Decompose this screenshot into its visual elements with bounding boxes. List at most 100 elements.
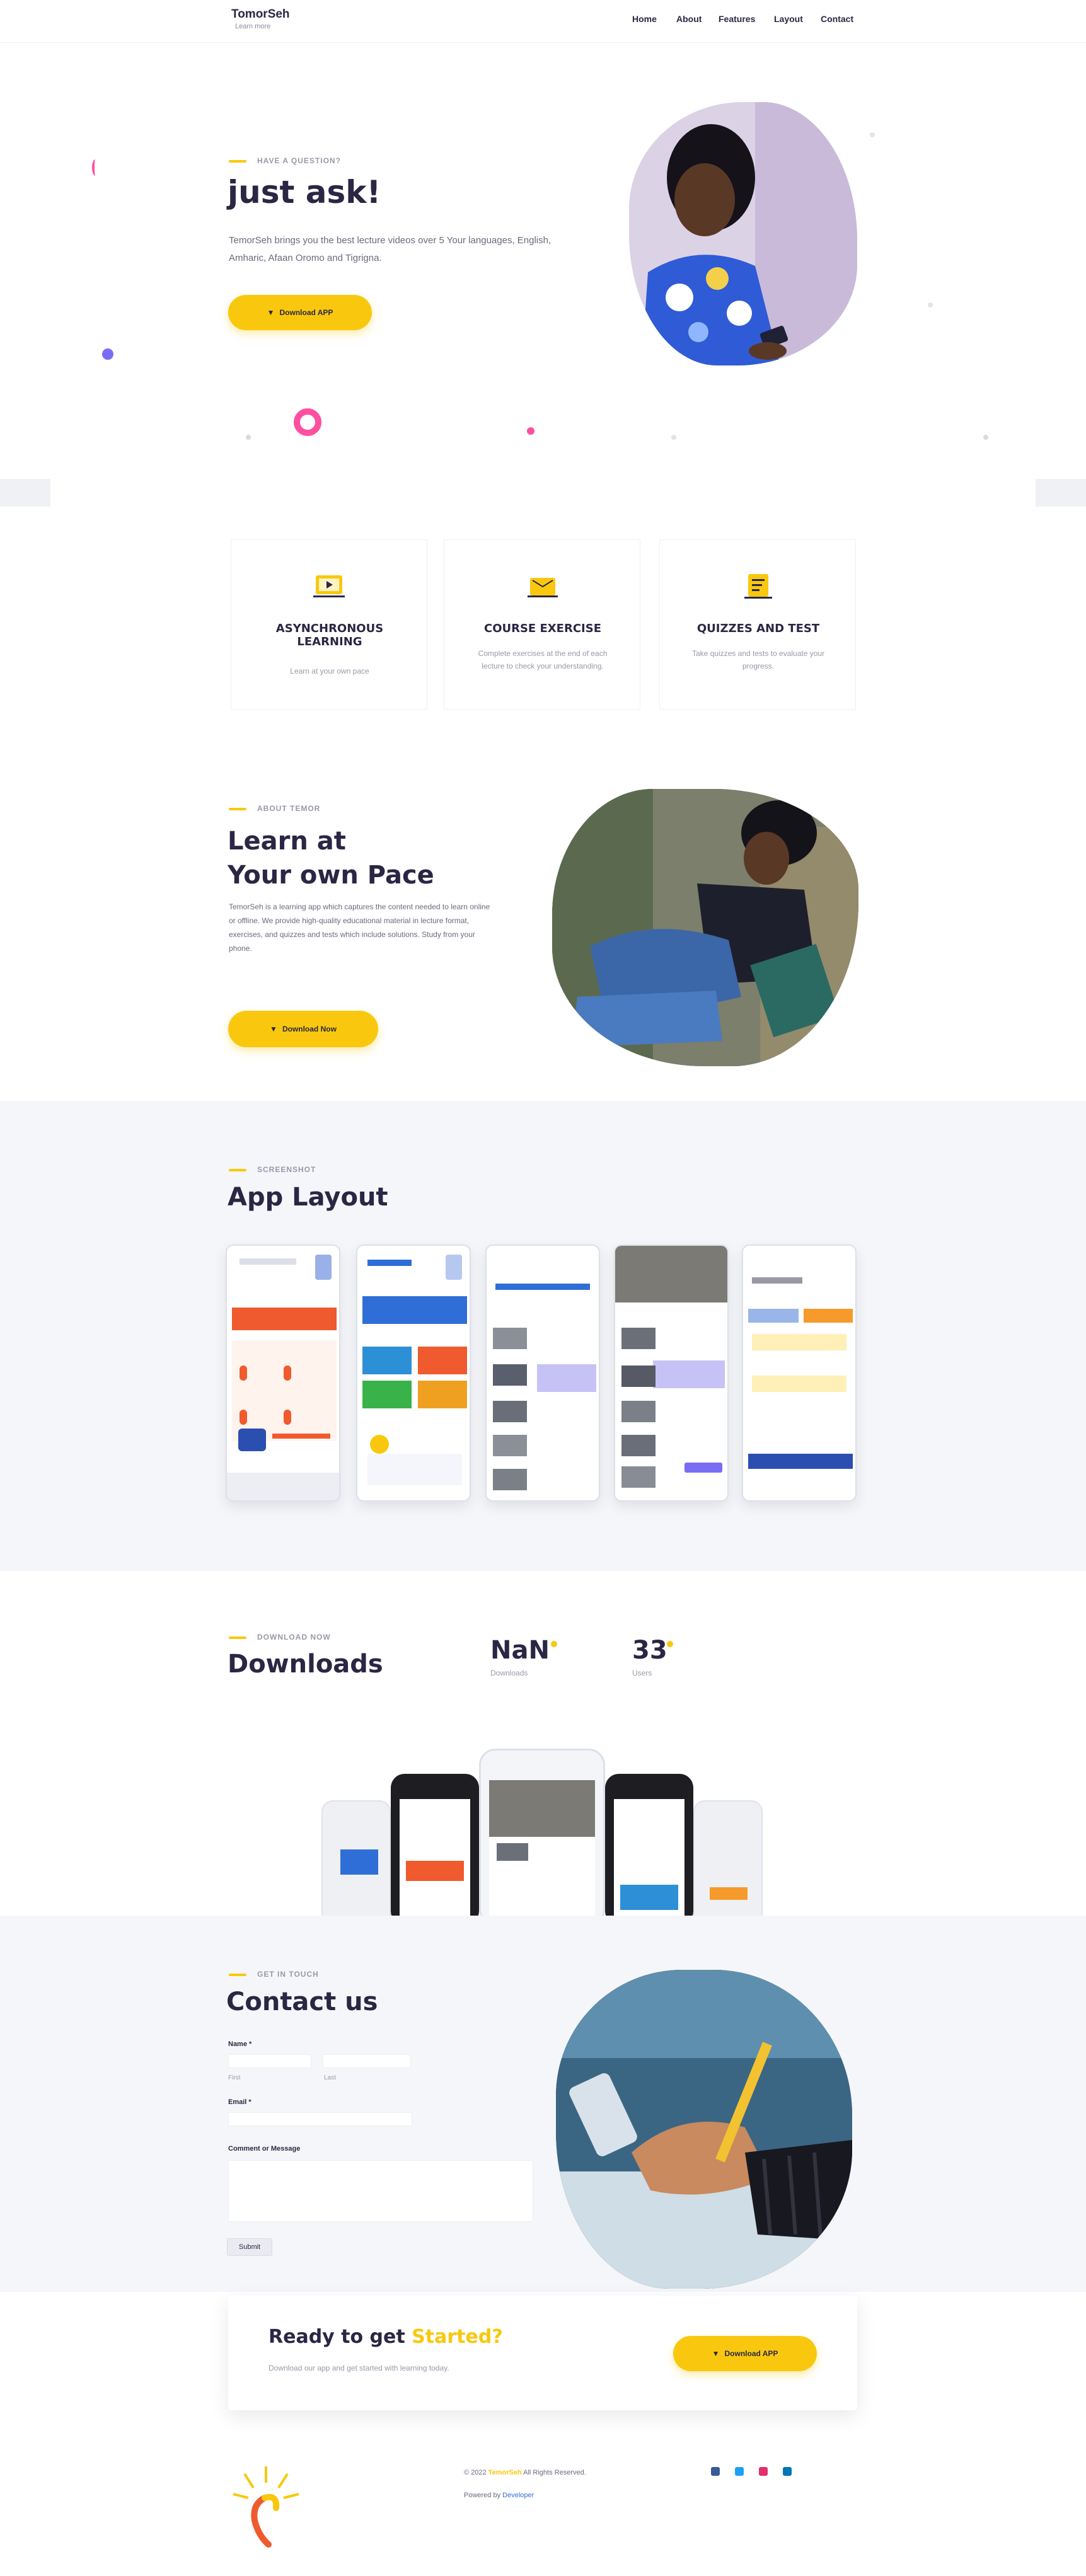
decor-dot bbox=[246, 435, 251, 440]
cta-subtitle: Download our app and get started with le… bbox=[269, 2364, 449, 2372]
downloads-title: Downloads bbox=[228, 1650, 383, 1679]
kicker-line bbox=[229, 1636, 246, 1639]
copyright-suffix: All Rights Reserved. bbox=[523, 2469, 586, 2476]
name-label: Name * bbox=[228, 2040, 252, 2048]
app-screenshot bbox=[742, 1245, 857, 1502]
feature-card: ASYNCHRONOUS LEARNING Learn at your own … bbox=[231, 539, 427, 710]
download-icon: ▼ bbox=[712, 2349, 720, 2358]
phone-mockups-image bbox=[321, 1736, 763, 1926]
downloads-kicker: Download now bbox=[257, 1633, 331, 1642]
exercise-book-icon bbox=[528, 578, 558, 597]
stat-users-label: Users bbox=[632, 1669, 652, 1677]
nav-features[interactable]: Features bbox=[719, 14, 755, 24]
pace-title: Learn at Your own Pace bbox=[228, 824, 434, 892]
email-label: Email * bbox=[228, 2098, 251, 2106]
instagram-icon[interactable] bbox=[759, 2467, 768, 2476]
nav-contact[interactable]: Contact bbox=[821, 14, 853, 24]
feature-title: COURSE EXERCISE bbox=[483, 622, 601, 635]
powered-by-link[interactable]: Developer bbox=[502, 2492, 534, 2499]
download-now-label: Download Now bbox=[282, 1025, 337, 1033]
facebook-icon[interactable] bbox=[711, 2467, 720, 2476]
quiz-icon bbox=[744, 574, 772, 599]
slider-right-edge bbox=[1036, 479, 1086, 507]
powered-prefix: Powered by bbox=[464, 2492, 501, 2499]
pace-title-line2: Your own Pace bbox=[228, 861, 434, 890]
submit-button[interactable]: Submit bbox=[227, 2238, 272, 2256]
contact-section bbox=[0, 1916, 1086, 2292]
copyright-prefix: © 2022 bbox=[464, 2469, 487, 2476]
contact-image bbox=[556, 1970, 852, 2289]
cta-title-part1: Ready to get bbox=[269, 2326, 412, 2348]
feature-description: Take quizzes and tests to evaluate your … bbox=[691, 649, 825, 670]
slider-left-edge bbox=[0, 479, 50, 507]
stat-dot bbox=[667, 1641, 673, 1647]
first-name-sub: First bbox=[228, 2074, 241, 2081]
nav-home[interactable]: Home bbox=[632, 14, 657, 24]
cta-title: Ready to get Started? bbox=[269, 2326, 503, 2348]
app-screenshot bbox=[485, 1245, 600, 1502]
stat-downloads-label: Downloads bbox=[490, 1669, 528, 1677]
footer-copyright: © 2022 TemorSeh All Rights Reserved. bbox=[464, 2469, 586, 2476]
page: TomorSeh Learn more Home About Features … bbox=[0, 0, 1086, 2576]
app-screenshot bbox=[614, 1245, 729, 1502]
hero-title: just ask! bbox=[228, 174, 381, 210]
hero-kicker: Have a question? bbox=[257, 156, 341, 165]
download-icon: ▼ bbox=[270, 1025, 277, 1033]
kicker-line bbox=[229, 1974, 246, 1976]
decor-dot bbox=[102, 348, 113, 360]
feature-card: COURSE EXERCISE Complete exercises at th… bbox=[444, 539, 640, 710]
footer-brand-link[interactable]: TemorSeh bbox=[488, 2469, 522, 2476]
download-icon: ▼ bbox=[267, 308, 275, 317]
decor-dot bbox=[983, 435, 988, 440]
download-now-button[interactable]: ▼ Download Now bbox=[228, 1011, 378, 1047]
last-name-input[interactable] bbox=[323, 2054, 411, 2068]
feature-description: Learn at your own pace bbox=[290, 667, 369, 676]
decor-dot bbox=[527, 427, 534, 435]
logo-subtitle: Learn more bbox=[235, 23, 271, 30]
app-screenshot bbox=[356, 1245, 471, 1502]
feature-description: Complete exercises at the end of each le… bbox=[478, 649, 608, 670]
comment-label: Comment or Message bbox=[228, 2145, 301, 2153]
feature-title: ASYNCHRONOUS LEARNING bbox=[275, 622, 384, 648]
cta-title-highlight: Started? bbox=[412, 2326, 503, 2348]
linkedin-icon[interactable] bbox=[783, 2467, 792, 2476]
cta-card: Ready to get Started? Download our app a… bbox=[228, 2296, 857, 2410]
feature-card: QUIZZES AND TEST Take quizzes and tests … bbox=[659, 539, 856, 710]
nav-about[interactable]: About bbox=[676, 14, 702, 24]
logo-title[interactable]: TomorSeh bbox=[231, 8, 290, 21]
hero-student-image bbox=[629, 102, 857, 365]
pace-kicker: About Temor bbox=[257, 804, 321, 813]
first-name-input[interactable] bbox=[228, 2054, 311, 2068]
download-app-button[interactable]: ▼ Download APP bbox=[228, 295, 372, 330]
pace-student-image bbox=[552, 789, 858, 1066]
footer-powered: Powered by Developer bbox=[464, 2492, 534, 2499]
nav-layout[interactable]: Layout bbox=[774, 14, 803, 24]
stat-downloads-value: NaN bbox=[490, 1636, 550, 1665]
twitter-icon[interactable] bbox=[735, 2467, 744, 2476]
cta-download-button[interactable]: ▼ Download APP bbox=[673, 2336, 817, 2371]
stat-dot bbox=[551, 1641, 557, 1647]
top-navbar: TomorSeh Learn more Home About Features … bbox=[0, 0, 1086, 43]
decor-dot bbox=[928, 302, 933, 308]
download-app-label: Download APP bbox=[279, 308, 333, 317]
decor-dot bbox=[92, 159, 98, 176]
decor-dot bbox=[671, 435, 676, 440]
hero-description: TemorSeh brings you the best lecture vid… bbox=[229, 235, 552, 263]
writing-hand-illustration bbox=[556, 1970, 852, 2289]
contact-kicker: Get in touch bbox=[257, 1970, 319, 1979]
comment-textarea[interactable] bbox=[228, 2160, 533, 2222]
app-screenshot bbox=[226, 1245, 340, 1502]
kicker-line bbox=[229, 808, 246, 810]
contact-title: Contact us bbox=[226, 1987, 378, 2016]
email-input[interactable] bbox=[228, 2112, 412, 2126]
feature-title: QUIZZES AND TEST bbox=[696, 622, 820, 635]
last-name-sub: Last bbox=[324, 2074, 336, 2081]
pace-description: TemorSeh is a learning app which capture… bbox=[229, 902, 490, 953]
pace-title-line1: Learn at bbox=[228, 827, 346, 856]
layout-title: App Layout bbox=[228, 1183, 388, 1212]
footer-logo-icon[interactable] bbox=[227, 2460, 305, 2548]
stat-users-value: 33 bbox=[632, 1636, 667, 1665]
decor-ring bbox=[294, 408, 321, 436]
decor-dot bbox=[870, 132, 875, 137]
kicker-line bbox=[229, 160, 246, 163]
